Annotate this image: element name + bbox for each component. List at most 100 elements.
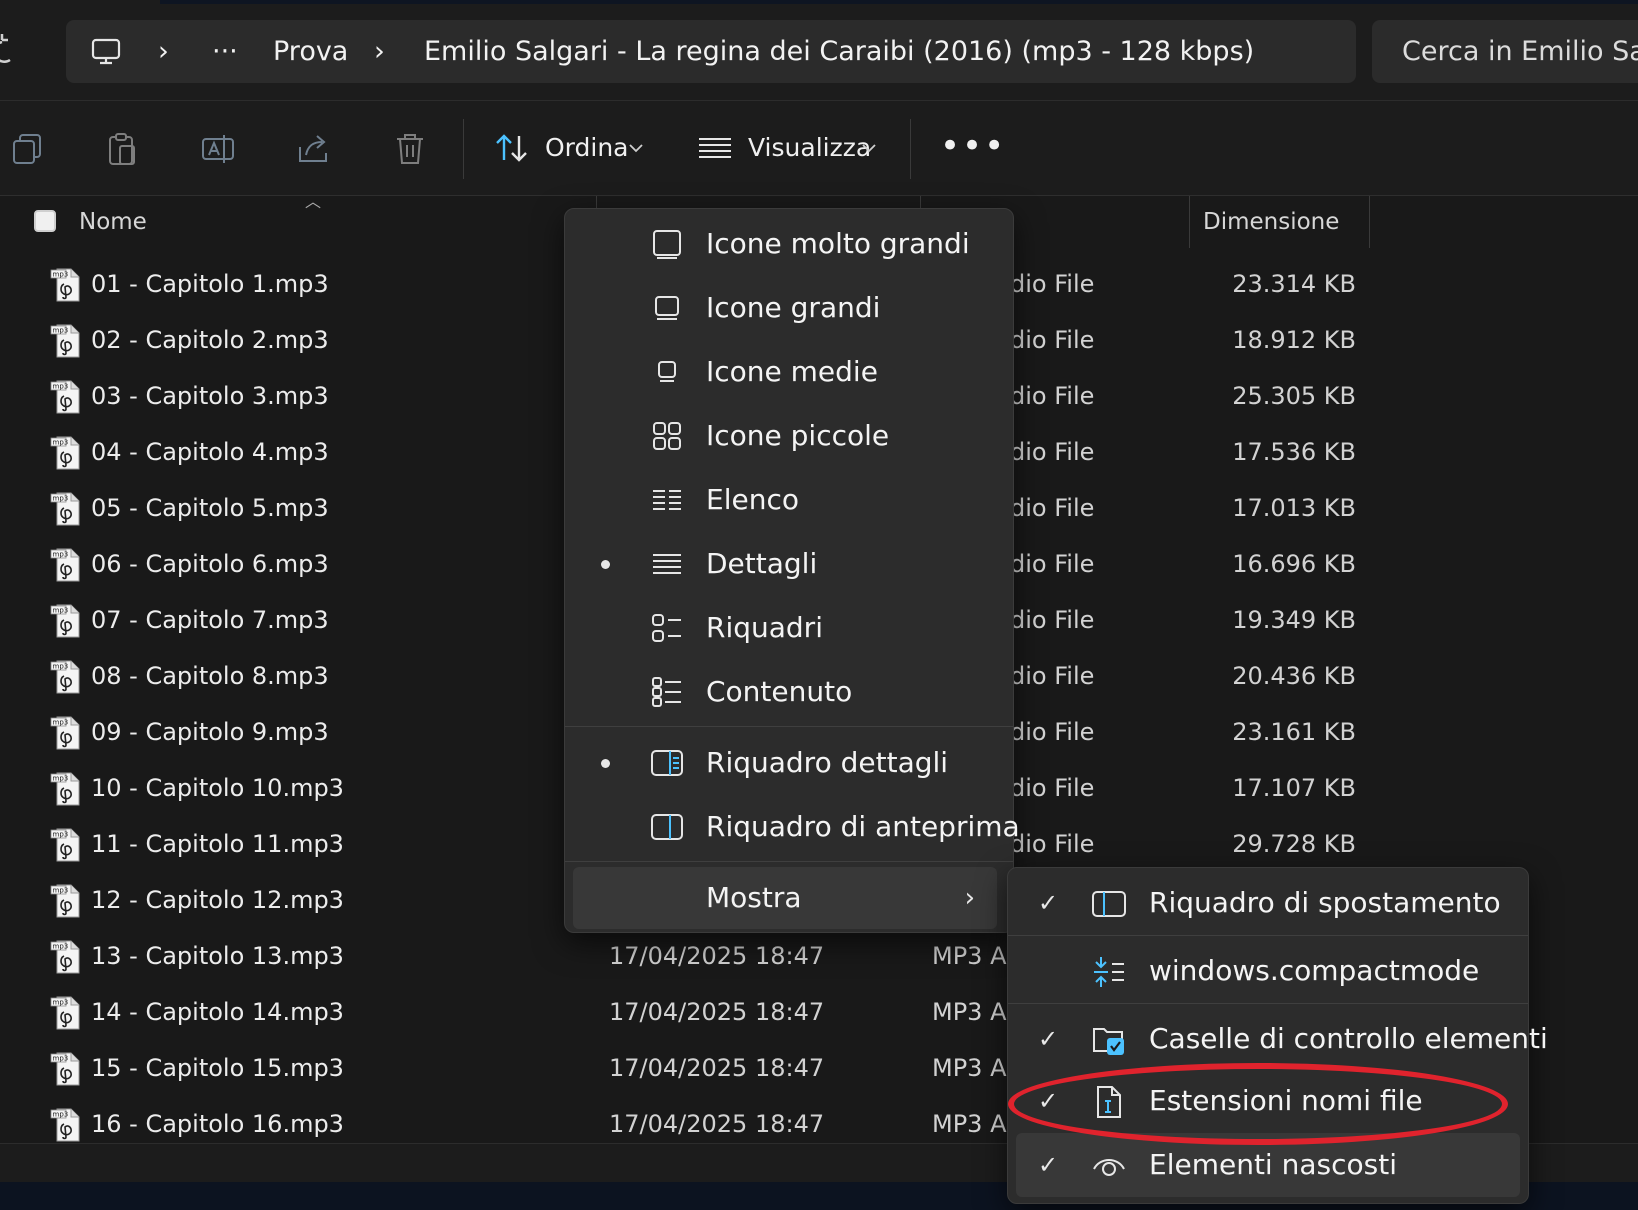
view-menu-label: Icone piccole	[706, 419, 890, 452]
view-menu-item[interactable]: Riquadro di anteprima	[565, 796, 1020, 858]
view-menu-item[interactable]: Riquadri	[565, 597, 1013, 659]
show-menu-label: windows.compactmode	[1149, 954, 1480, 987]
svg-text:mp3: mp3	[53, 1111, 69, 1119]
show-label: Mostra	[706, 881, 802, 914]
breadcrumb-current-folder[interactable]: Emilio Salgari - La regina dei Caraibi (…	[424, 20, 1254, 83]
mp3-file-icon: mp3	[50, 884, 82, 918]
view-menu-item[interactable]: Icone grandi	[565, 277, 1013, 339]
view-menu-item[interactable]: Icone medie	[565, 341, 1013, 403]
checkmark-icon: ✓	[1038, 889, 1059, 917]
file-size: 16.696 KB	[1232, 550, 1356, 578]
file-name: 14 - Capitolo 14.mp3	[91, 998, 344, 1026]
view-menu-item[interactable]: Contenuto	[565, 661, 1013, 723]
file-size: 23.161 KB	[1232, 718, 1356, 746]
file-name: 04 - Capitolo 4.mp3	[91, 438, 329, 466]
search-input[interactable]: Cerca in Emilio Salg	[1372, 20, 1638, 83]
view-menu-label: Riquadro dettagli	[706, 746, 949, 779]
chevron-right-icon: ›	[964, 883, 975, 913]
show-menu-item[interactable]: ✓ Riquadro di spostamento	[1008, 871, 1528, 935]
menu-divider	[565, 726, 1013, 727]
file-size: 23.314 KB	[1232, 270, 1356, 298]
column-divider[interactable]	[1369, 196, 1370, 248]
refresh-icon[interactable]	[0, 30, 22, 70]
breadcrumb-overflow[interactable]: ···	[212, 20, 238, 83]
chevron-down-icon	[862, 144, 876, 153]
breadcrumb-separator[interactable]: ›	[158, 20, 169, 83]
search-placeholder: Cerca in Emilio Salg	[1402, 36, 1638, 67]
show-menu-item[interactable]: ✓ Caselle di controllo elementi	[1008, 1007, 1548, 1071]
details-pane-icon	[651, 747, 683, 779]
file-size: 29.728 KB	[1232, 830, 1356, 858]
view-menu-item[interactable]: Elenco	[565, 469, 1013, 531]
svg-text:mp3: mp3	[53, 943, 69, 951]
view-menu-label: Icone molto grandi	[706, 227, 970, 260]
rename-icon[interactable]	[200, 131, 236, 167]
file-date: 17/04/2025 18:47	[609, 942, 825, 970]
command-bar: Ordina Visualizza •••	[0, 101, 1638, 196]
medium-icons-icon	[651, 356, 683, 388]
file-date: 17/04/2025 18:47	[609, 1054, 825, 1082]
view-label: Visualizza	[748, 133, 872, 162]
mp3-file-icon: mp3	[50, 1108, 82, 1142]
copy-icon[interactable]	[10, 131, 46, 167]
breadcrumb-prova[interactable]: Prova	[273, 20, 348, 83]
view-button[interactable]: Visualizza	[698, 123, 880, 173]
breadcrumb-separator[interactable]: ›	[374, 20, 385, 83]
view-menu-item[interactable]: Dettagli	[565, 533, 1013, 595]
file-name: 01 - Capitolo 1.mp3	[91, 270, 329, 298]
svg-text:mp3: mp3	[53, 495, 69, 503]
view-menu-item[interactable]: Icone piccole	[565, 405, 1013, 467]
checkmark-icon: ✓	[1038, 1151, 1059, 1179]
file-type: dio File	[1010, 270, 1095, 298]
small-icons-icon	[651, 420, 683, 452]
view-menu-label: Riquadri	[706, 611, 823, 644]
sort-icon	[496, 134, 527, 162]
select-all-checkbox[interactable]	[34, 210, 56, 232]
file-type: MP3 Au	[932, 998, 1012, 1026]
hidden-items-icon	[1092, 1149, 1126, 1183]
view-menu-label: Icone grandi	[706, 291, 881, 324]
svg-text:mp3: mp3	[53, 663, 69, 671]
window-top-edge	[160, 0, 1638, 4]
view-menu: Icone molto grandi Icone grandi Icone medi…	[564, 208, 1020, 933]
column-divider[interactable]	[1189, 196, 1190, 248]
file-name: 11 - Capitolo 11.mp3	[91, 830, 344, 858]
sort-label: Ordina	[545, 133, 629, 162]
view-menu-label: Contenuto	[706, 675, 853, 708]
show-menu-label: Riquadro di spostamento	[1149, 886, 1501, 919]
this-pc-icon[interactable]	[90, 36, 122, 68]
file-size: 19.349 KB	[1232, 606, 1356, 634]
menu-divider	[1008, 1003, 1528, 1004]
view-menu-label: Icone medie	[706, 355, 878, 388]
svg-text:mp3: mp3	[53, 887, 69, 895]
address-bar[interactable]: › ··· Prova › Emilio Salgari - La regina…	[66, 20, 1356, 83]
view-menu-label: Elenco	[706, 483, 799, 516]
svg-text:mp3: mp3	[53, 383, 69, 391]
show-menu-item[interactable]: windows.compactmode	[1008, 939, 1528, 1003]
selected-bullet-icon	[601, 560, 610, 569]
sort-button[interactable]: Ordina	[495, 123, 650, 173]
menu-divider	[1008, 935, 1528, 936]
navigation-pane-icon	[1092, 887, 1126, 921]
item-checkboxes-icon	[1092, 1023, 1126, 1057]
more-options-button[interactable]: •••	[940, 123, 1006, 173]
file-type: dio File	[1010, 662, 1095, 690]
mp3-file-icon: mp3	[50, 828, 82, 862]
show-menu-label: Caselle di controllo elementi	[1149, 1022, 1548, 1055]
delete-icon[interactable]	[392, 131, 428, 167]
paste-icon[interactable]	[104, 131, 140, 167]
view-menu-item[interactable]: Icone molto grandi	[565, 213, 1013, 275]
file-name: 02 - Capitolo 2.mp3	[91, 326, 329, 354]
svg-text:mp3: mp3	[53, 775, 69, 783]
mp3-file-icon: mp3	[50, 940, 82, 974]
view-menu-label: Riquadro di anteprima	[706, 810, 1020, 843]
column-header-name[interactable]: Nome	[79, 196, 147, 248]
sort-ascending-icon: ︿	[305, 192, 322, 211]
show-menu-item[interactable]: Mostra ›	[573, 867, 997, 929]
view-menu-item[interactable]: Riquadro dettagli	[565, 732, 1013, 794]
share-icon[interactable]	[296, 131, 332, 167]
svg-text:mp3: mp3	[53, 831, 69, 839]
svg-text:mp3: mp3	[53, 551, 69, 559]
column-header-size[interactable]: Dimensione	[1203, 196, 1339, 248]
file-name: 05 - Capitolo 5.mp3	[91, 494, 329, 522]
